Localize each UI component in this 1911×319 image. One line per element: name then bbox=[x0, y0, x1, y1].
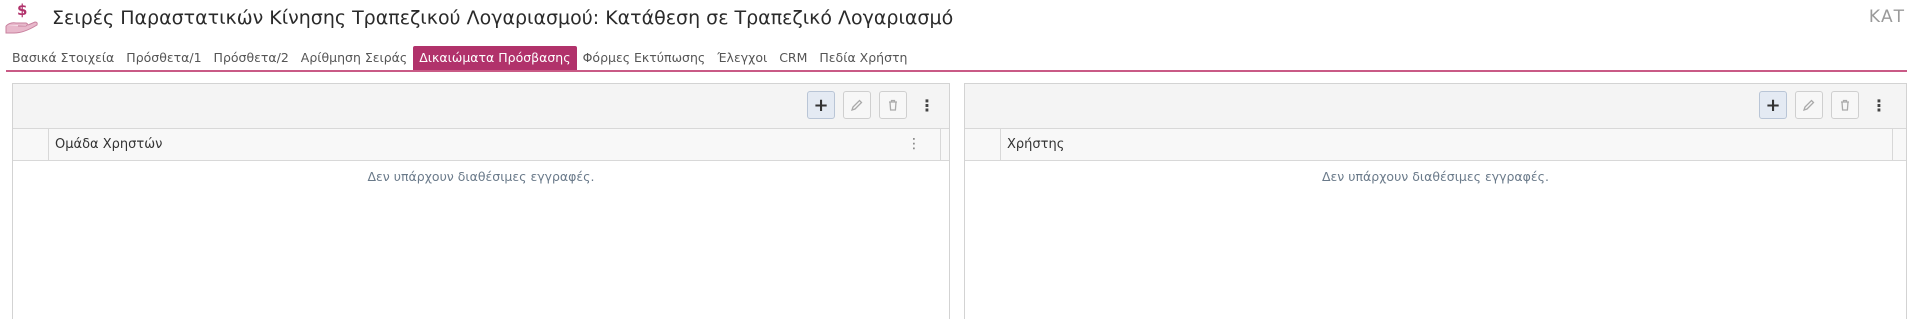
user-groups-panel: + ⋮ Ομάδα Χρηστών ⋮ Δεν υπάρχουν διαθέσι… bbox=[12, 83, 950, 319]
panel-toolbar: + ⋮ bbox=[13, 84, 949, 129]
column-header-user-group[interactable]: Ομάδα Χρηστών bbox=[49, 129, 941, 160]
more-options-icon[interactable]: ⋮ bbox=[917, 91, 937, 119]
add-button[interactable]: + bbox=[1759, 91, 1787, 119]
tab-basic-info[interactable]: Βασικά Στοιχεία bbox=[6, 46, 120, 70]
edit-button[interactable] bbox=[1795, 91, 1823, 119]
svg-text:$: $ bbox=[17, 2, 27, 19]
column-menu-icon[interactable]: ⋮ bbox=[907, 129, 921, 160]
more-options-icon[interactable]: ⋮ bbox=[1869, 91, 1889, 119]
tab-bar: Βασικά Στοιχεία Πρόσθετα/1 Πρόσθετα/2 Αρ… bbox=[6, 46, 913, 70]
row-selector-header bbox=[965, 129, 1001, 160]
panel-toolbar: + ⋮ bbox=[965, 84, 1906, 129]
pencil-icon bbox=[850, 99, 863, 112]
tab-crm[interactable]: CRM bbox=[773, 46, 813, 70]
delete-button[interactable] bbox=[879, 91, 907, 119]
tab-extra-2[interactable]: Πρόσθετα/2 bbox=[208, 46, 295, 70]
page-title: Σειρές Παραστατικών Κίνησης Τραπεζικού Λ… bbox=[52, 7, 954, 29]
delete-button[interactable] bbox=[1831, 91, 1859, 119]
tab-underline bbox=[6, 70, 1907, 72]
users-panel: + ⋮ Χρήστης Δεν υπάρχουν διαθέσιμες εγγρ… bbox=[964, 83, 1907, 319]
edit-button[interactable] bbox=[843, 91, 871, 119]
tab-access-rights[interactable]: Δικαιώματα Πρόσβασης bbox=[413, 46, 577, 70]
add-button[interactable]: + bbox=[807, 91, 835, 119]
grid-header: Ομάδα Χρηστών ⋮ bbox=[13, 129, 949, 161]
tab-series-numbering[interactable]: Αρίθμηση Σειράς bbox=[295, 46, 413, 70]
tab-user-fields[interactable]: Πεδία Χρήστη bbox=[813, 46, 913, 70]
empty-message: Δεν υπάρχουν διαθέσιμες εγγραφές. bbox=[367, 169, 595, 184]
row-selector-header bbox=[13, 129, 49, 160]
money-hand-icon: $ bbox=[5, 2, 38, 34]
document-code: ΚΑΤ bbox=[1868, 7, 1905, 27]
trash-icon bbox=[1841, 99, 1849, 111]
page-header: $ Σειρές Παραστατικών Κίνησης Τραπεζικού… bbox=[0, 0, 1911, 40]
empty-message: Δεν υπάρχουν διαθέσιμες εγγραφές. bbox=[1322, 169, 1549, 184]
tab-extra-1[interactable]: Πρόσθετα/1 bbox=[120, 46, 207, 70]
tab-checks[interactable]: Έλεγχοι bbox=[711, 46, 773, 70]
grid-header: Χρήστης bbox=[965, 129, 1906, 161]
trash-icon bbox=[889, 99, 897, 111]
column-header-user[interactable]: Χρήστης bbox=[1001, 129, 1893, 160]
pencil-icon bbox=[1802, 99, 1815, 112]
tab-print-forms[interactable]: Φόρμες Εκτύπωσης bbox=[577, 46, 712, 70]
